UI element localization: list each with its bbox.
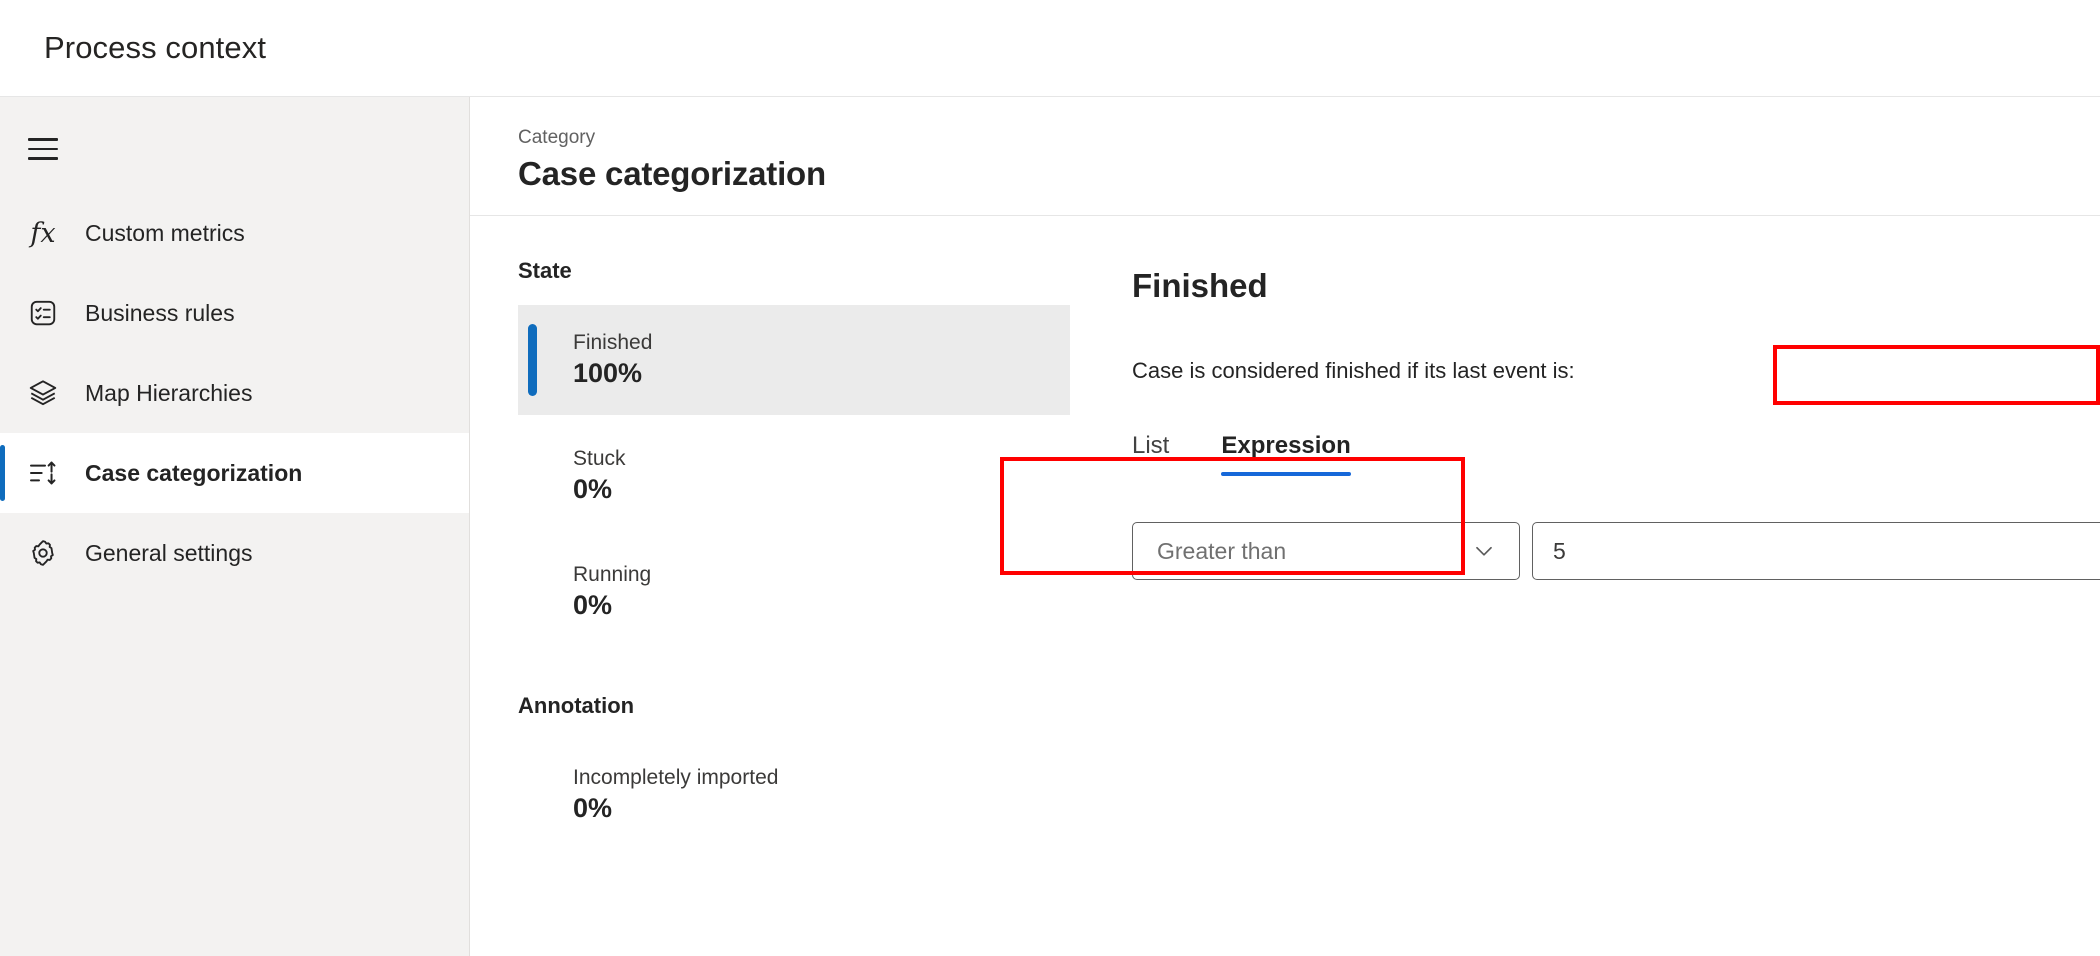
sidebar: 𝑓x Custom metrics Business rules — [0, 97, 470, 956]
content-header: Category Case categorization — [470, 97, 2100, 216]
detail-description: Case is considered finished if its last … — [1132, 358, 2100, 384]
state-card-text: Running 0% — [573, 563, 651, 621]
state-card-text: Stuck 0% — [573, 447, 626, 505]
expression-value-input[interactable] — [1532, 522, 2100, 580]
state-name: Stuck — [573, 447, 626, 471]
breadcrumb-category: Category — [518, 127, 2100, 149]
sidebar-item-business-rules[interactable]: Business rules — [0, 273, 469, 353]
tab-list[interactable]: List — [1132, 432, 1169, 476]
state-detail-panel: Finished Advanced mode: Case is consider… — [1070, 258, 2100, 856]
chevron-down-icon — [1471, 538, 1497, 564]
hamburger-bar — [28, 148, 58, 151]
state-accent-bar — [528, 324, 537, 396]
checklist-icon — [22, 292, 64, 334]
page-title: Case categorization — [518, 155, 2100, 193]
state-card-running[interactable]: Running 0% — [518, 537, 1070, 647]
state-value: 100% — [573, 358, 652, 389]
hamburger-bar — [28, 138, 58, 141]
sidebar-item-map-hierarchies[interactable]: Map Hierarchies — [0, 353, 469, 433]
sidebar-item-label: Custom metrics — [85, 220, 245, 247]
gear-icon — [22, 532, 64, 574]
sidebar-item-label: General settings — [85, 540, 252, 567]
operator-select[interactable]: Greater than — [1132, 522, 1520, 580]
annotation-section-heading: Annotation — [518, 693, 1070, 719]
app-title: Process context — [44, 30, 266, 66]
content-body: State Finished 100% Stuck 0% — [470, 216, 2100, 856]
hamburger-bar — [28, 157, 58, 160]
sidebar-nav-list: 𝑓x Custom metrics Business rules — [0, 193, 469, 593]
state-name: Finished — [573, 331, 652, 355]
section-spacer — [518, 653, 1070, 693]
state-card-stuck[interactable]: Stuck 0% — [518, 421, 1070, 531]
sidebar-item-custom-metrics[interactable]: 𝑓x Custom metrics — [0, 193, 469, 273]
app-shell: 𝑓x Custom metrics Business rules — [0, 97, 2100, 956]
operator-select-value: Greater than — [1157, 538, 1286, 565]
state-list-column: State Finished 100% Stuck 0% — [470, 258, 1070, 856]
annotation-card-incompletely-imported[interactable]: Incompletely imported 0% — [518, 740, 1070, 850]
annotation-card-text: Incompletely imported 0% — [573, 766, 778, 824]
detail-header-row: Finished Advanced mode: — [1132, 258, 2100, 314]
annotation-value: 0% — [573, 793, 778, 824]
state-name: Running — [573, 563, 651, 587]
sidebar-item-label: Map Hierarchies — [85, 380, 252, 407]
tab-expression[interactable]: Expression — [1221, 432, 1350, 476]
state-section-heading: State — [518, 258, 1070, 284]
sidebar-item-label: Case categorization — [85, 460, 302, 487]
sidebar-item-general-settings[interactable]: General settings — [0, 513, 469, 593]
app-header: Process context — [0, 0, 2100, 97]
sort-list-icon — [22, 452, 64, 494]
hamburger-menu-icon[interactable] — [22, 128, 64, 170]
expression-row: Greater than — [1132, 522, 2100, 580]
sidebar-item-case-categorization[interactable]: Case categorization — [0, 433, 469, 513]
state-value: 0% — [573, 474, 626, 505]
state-card-text: Finished 100% — [573, 331, 652, 389]
detail-title: Finished — [1132, 267, 1268, 305]
state-value: 0% — [573, 590, 651, 621]
sidebar-header — [0, 111, 469, 187]
layers-icon — [22, 372, 64, 414]
detail-tabs: List Expression — [1132, 432, 2100, 476]
annotation-name: Incompletely imported — [573, 766, 778, 790]
function-fx-icon: 𝑓x — [22, 212, 64, 254]
state-card-finished[interactable]: Finished 100% — [518, 305, 1070, 415]
main-content: Category Case categorization State Finis… — [470, 97, 2100, 956]
sidebar-item-label: Business rules — [85, 300, 235, 327]
